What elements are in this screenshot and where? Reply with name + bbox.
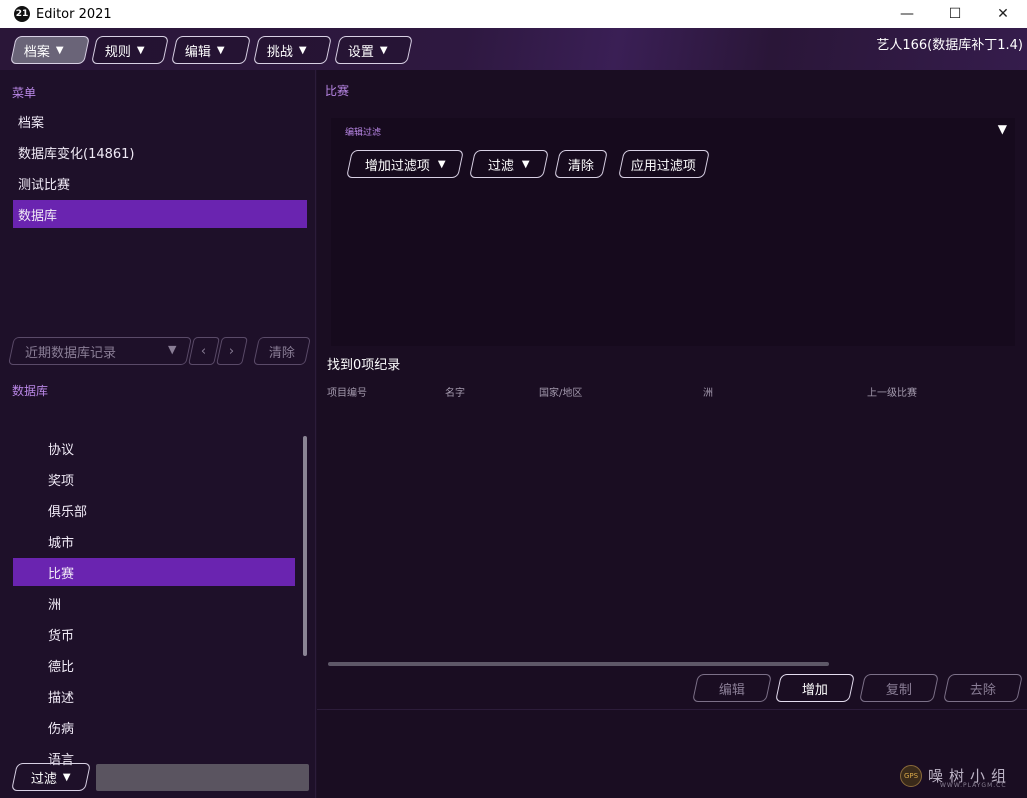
sidebar-filter-button[interactable]: 过滤 ▼	[11, 763, 91, 791]
sidebar-item-archive[interactable]: 档案	[13, 107, 307, 135]
column-header-name[interactable]: 名字	[445, 384, 465, 399]
chevron-down-icon[interactable]: ▼	[998, 122, 1007, 136]
sidebar: 菜单 档案 数据库变化(14861) 测试比赛 数据库 近期数据库记录 ▼ ‹ …	[0, 70, 316, 798]
list-item[interactable]: 洲	[13, 589, 295, 617]
add-filter-button[interactable]: 增加过滤项 ▼	[346, 150, 464, 178]
database-list-scrollbar[interactable]	[303, 436, 307, 656]
menu-rules-label: 规则	[105, 44, 132, 60]
list-item-selected[interactable]: 比赛	[13, 558, 295, 586]
list-item[interactable]: 描述	[13, 682, 295, 710]
menu-archive-button[interactable]: 档案 ▼	[10, 36, 90, 64]
table-horizontal-scrollbar[interactable]	[328, 662, 829, 666]
chevron-down-icon: ▼	[522, 158, 530, 170]
window-controls: — ☐ ✕	[883, 0, 1027, 28]
menu-challenge-button[interactable]: 挑战 ▼	[253, 36, 332, 64]
clear-filter-label: 清除	[567, 158, 594, 174]
menu-archive-label: 档案	[24, 44, 51, 60]
add-filter-label: 增加过滤项	[364, 158, 430, 174]
main-panel: 比赛 编辑过滤 ▼ 增加过滤项 ▼ 过滤 ▼ 清除 应用过滤项 找到0项纪录 项目编…	[317, 70, 1027, 798]
chevron-down-icon: ▼	[380, 44, 388, 56]
sidebar-item-database[interactable]: 数据库	[13, 200, 307, 228]
column-header-id[interactable]: 项目编号	[327, 384, 367, 399]
list-item[interactable]: 德比	[13, 651, 295, 679]
app-logo-icon: 21	[14, 6, 30, 22]
menu-section-title: 菜单	[12, 86, 37, 100]
chevron-down-icon: ▼	[168, 343, 177, 356]
minimize-button[interactable]: —	[883, 0, 931, 28]
maximize-button[interactable]: ☐	[931, 0, 979, 28]
top-menu-bar: 档案 ▼ 规则 ▼ 编辑 ▼ 挑战 ▼ 设置 ▼ 艺人166(数据库补丁1.4)	[0, 28, 1027, 70]
result-count: 找到0项纪录	[327, 358, 401, 373]
sidebar-filter-input[interactable]	[96, 764, 309, 791]
watermark-site: WWW.PLAYGM.CC	[940, 782, 1007, 789]
apply-filter-label: 应用过滤项	[631, 158, 697, 174]
chevron-down-icon: ▼	[437, 158, 446, 170]
menu-settings-button[interactable]: 设置 ▼	[334, 36, 413, 64]
menu-edit-label: 编辑	[185, 44, 212, 60]
sidebar-item-test-match[interactable]: 测试比赛	[13, 169, 307, 197]
chevron-down-icon: ▼	[63, 771, 71, 783]
filter-editor-panel: 编辑过滤 ▼ 增加过滤项 ▼ 过滤 ▼ 清除 应用过滤项	[331, 118, 1015, 346]
database-list: 协议 奖项 俱乐部 城市 比赛 洲 货币 德比 描述 伤病 语言 排名	[0, 428, 300, 766]
history-forward-button[interactable]: ›	[216, 337, 248, 365]
close-button[interactable]: ✕	[979, 0, 1027, 28]
edit-button-label: 编辑	[718, 682, 745, 698]
copy-button[interactable]: 复制	[859, 674, 939, 702]
chevron-right-icon: ›	[229, 343, 235, 359]
sidebar-item-db-changes[interactable]: 数据库变化(14861)	[13, 138, 307, 166]
chevron-down-icon: ▼	[137, 44, 145, 56]
remove-button[interactable]: 去除	[943, 674, 1023, 702]
add-button-label: 增加	[801, 682, 828, 698]
list-item[interactable]: 城市	[13, 527, 295, 555]
database-section-title: 数据库	[12, 384, 49, 398]
watermark: GPS 噪树小组 WWW.PLAYGM.CC	[900, 760, 1020, 792]
list-item[interactable]: 奖项	[13, 465, 295, 493]
column-header-country[interactable]: 国家/地区	[539, 384, 582, 399]
history-back-button[interactable]: ‹	[188, 337, 220, 365]
menu-rules-button[interactable]: 规则 ▼	[91, 36, 169, 64]
recent-db-placeholder: 近期数据库记录	[25, 346, 117, 361]
list-item[interactable]: 协议	[13, 434, 295, 462]
apply-filter-button[interactable]: 应用过滤项	[618, 150, 710, 178]
chevron-down-icon: ▼	[217, 44, 225, 56]
add-button[interactable]: 增加	[775, 674, 855, 702]
chevron-left-icon: ‹	[201, 343, 207, 359]
list-item[interactable]: 伤病	[13, 713, 295, 741]
window-title: Editor 2021	[36, 6, 112, 22]
clear-recent-label: 清除	[268, 345, 295, 361]
column-header-parent-competition[interactable]: 上一级比赛	[867, 384, 917, 399]
menu-settings-label: 设置	[348, 44, 375, 60]
filter-type-button[interactable]: 过滤 ▼	[469, 150, 549, 178]
edit-button[interactable]: 编辑	[692, 674, 772, 702]
copy-button-label: 复制	[885, 682, 912, 698]
menu-challenge-label: 挑战	[267, 44, 294, 60]
watermark-logo-icon: GPS	[900, 765, 922, 787]
divider	[317, 709, 1027, 710]
clear-filter-button[interactable]: 清除	[554, 150, 608, 178]
list-item[interactable]: 俱乐部	[13, 496, 295, 524]
list-item[interactable]: 货币	[13, 620, 295, 648]
column-header-continent[interactable]: 洲	[703, 384, 713, 399]
chevron-down-icon: ▼	[56, 44, 64, 56]
remove-button-label: 去除	[969, 682, 996, 698]
editor-app: 档案 ▼ 规则 ▼ 编辑 ▼ 挑战 ▼ 设置 ▼ 艺人166(数据库补丁1.4) 菜单 档…	[0, 28, 1027, 798]
filter-type-label: 过滤	[488, 158, 515, 174]
user-profile-label: 艺人166(数据库补丁1.4)	[876, 38, 1023, 53]
menu-edit-button[interactable]: 编辑 ▼	[171, 36, 251, 64]
chevron-down-icon: ▼	[299, 44, 307, 56]
filter-editor-label: 编辑过滤	[345, 128, 382, 138]
clear-recent-button[interactable]: 清除	[253, 337, 311, 365]
title-bar: 21 Editor 2021 — ☐ ✕	[0, 0, 1027, 28]
sidebar-filter-label: 过滤	[31, 771, 58, 787]
page-title: 比赛	[325, 84, 350, 98]
